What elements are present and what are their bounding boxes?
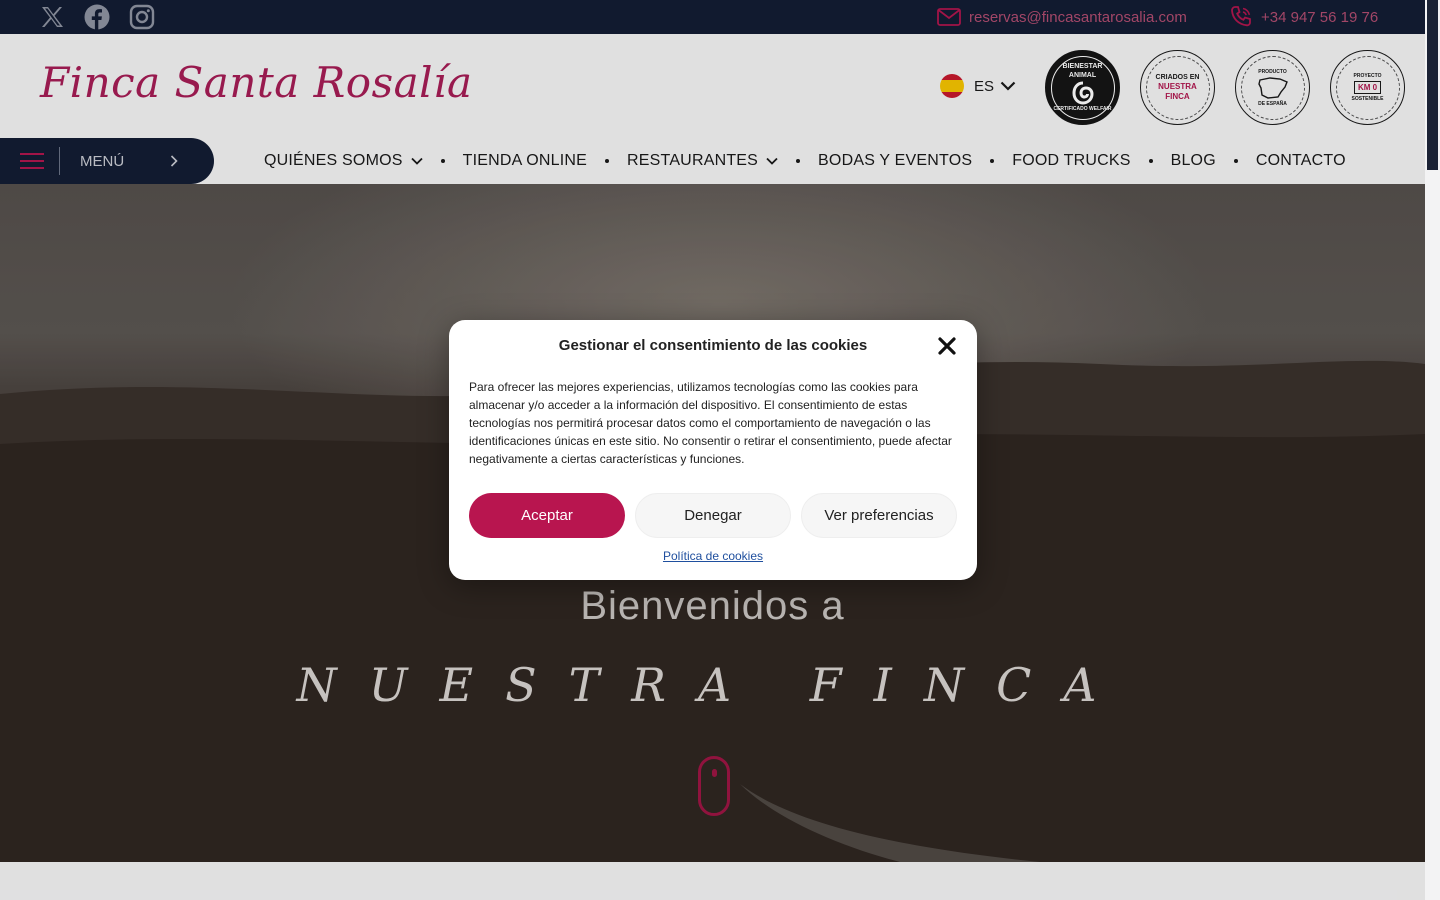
dialog-body: Para ofrecer las mejores experiencias, u… [469, 380, 952, 466]
cookie-consent-dialog: Gestionar el consentimiento de las cooki… [449, 320, 977, 580]
page: reservas@fincasantarosalia.com +34 947 5… [0, 0, 1425, 900]
close-icon[interactable] [937, 336, 957, 356]
deny-button[interactable]: Denegar [635, 493, 791, 538]
cookie-policy-link[interactable]: Política de cookies [449, 549, 977, 563]
accept-button[interactable]: Aceptar [469, 493, 625, 538]
dialog-title: Gestionar el consentimiento de las cooki… [558, 337, 868, 354]
scrollbar[interactable] [1425, 0, 1440, 900]
scrollbar-thumb[interactable] [1427, 0, 1438, 170]
preferences-button[interactable]: Ver preferencias [801, 493, 957, 538]
